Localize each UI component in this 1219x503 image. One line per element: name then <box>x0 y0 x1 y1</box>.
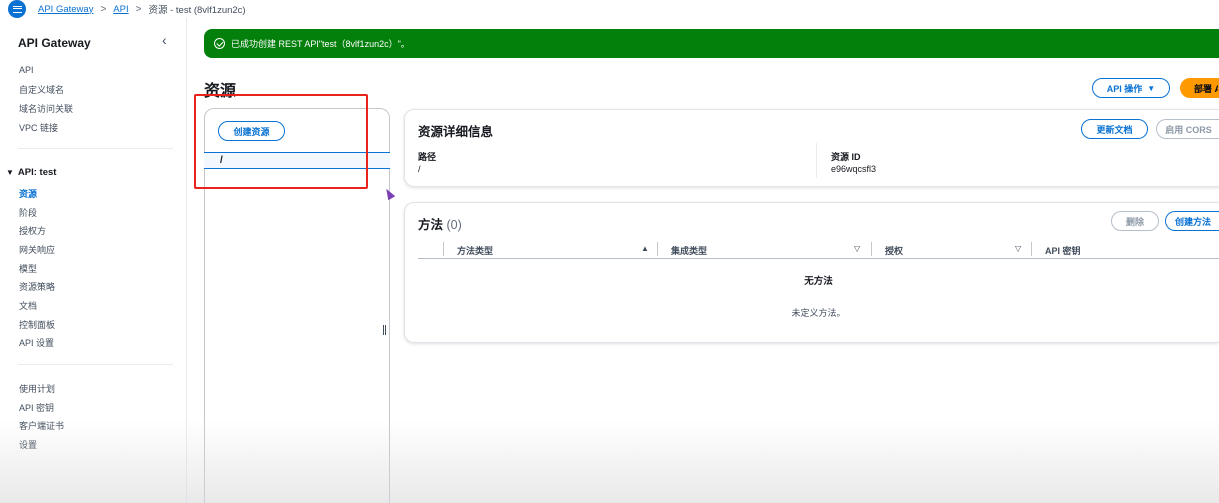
column-divider <box>657 242 658 256</box>
chevron-right-icon: > <box>100 3 107 15</box>
resource-details-title: 资源详细信息 <box>418 125 494 139</box>
breadcrumb-current: 资源 - test (8vlf1zun2c) <box>148 5 246 16</box>
panel-resize-handle[interactable] <box>383 325 386 335</box>
sidebar-item-authorizers[interactable]: 授权方 <box>19 224 46 237</box>
empty-state-title: 无方法 <box>804 276 833 287</box>
chevron-right-icon: > <box>135 3 142 15</box>
sidebar-title: API Gateway <box>18 36 91 50</box>
sort-ascending-icon[interactable]: ▲ <box>641 244 649 253</box>
sidebar-item-stages[interactable]: 阶段 <box>19 206 37 219</box>
deploy-api-button[interactable]: 部署 API <box>1180 78 1219 98</box>
sort-descending-icon[interactable]: ▽ <box>854 244 860 253</box>
sidebar-section-api-test[interactable]: ▼ API: test <box>6 167 56 178</box>
resource-details-container: 资源详细信息 更新文档 启用 CORS 路径 / 资源 ID e96wqcsfl… <box>404 109 1219 187</box>
resource-id-value: e96wqcsfl3 <box>831 164 877 174</box>
breadcrumb-api[interactable]: API <box>113 4 128 15</box>
sidebar-item-resource-policy[interactable]: 资源策略 <box>19 280 55 293</box>
success-flash: 已成功创建 REST API"test（8vlf1zun2c）"。 <box>204 29 1219 58</box>
sidebar-item-settings[interactable]: 设置 <box>19 438 37 451</box>
sidebar: API Gateway ‹ API 自定义域名 域名访问关联 VPC 链接 ▼ A… <box>0 18 187 503</box>
success-check-icon <box>214 38 225 49</box>
column-header-authorization[interactable]: 授权 <box>885 244 903 257</box>
sidebar-item-custom-domains[interactable]: 自定义域名 <box>19 83 64 96</box>
api-actions-label: API 操作 <box>1106 83 1143 94</box>
update-docs-button[interactable]: 更新文档 <box>1081 119 1148 139</box>
column-header-integration-type[interactable]: 集成类型 <box>671 244 707 257</box>
sidebar-item-api-settings[interactable]: API 设置 <box>19 336 54 349</box>
methods-title: 方法 (0) <box>418 214 462 233</box>
resource-id-label: 资源 ID <box>831 152 861 162</box>
sort-descending-icon[interactable]: ▽ <box>1015 244 1021 253</box>
sidebar-item-gateway-responses[interactable]: 网关响应 <box>19 243 55 256</box>
column-divider <box>1031 242 1032 256</box>
sidebar-divider <box>18 364 173 365</box>
flash-message: 已成功创建 REST API"test（8vlf1zun2c）"。 <box>231 39 410 49</box>
path-value: / <box>418 164 421 174</box>
sidebar-item-usage-plans[interactable]: 使用计划 <box>19 382 55 395</box>
enable-cors-button[interactable]: 启用 CORS <box>1156 119 1219 139</box>
sidebar-section-label: API: test <box>17 167 57 178</box>
methods-table-header: 方法类型 ▲ 集成类型 ▽ 授权 ▽ API 密钥 <box>418 240 1219 259</box>
highlight-annotation-box <box>194 94 368 189</box>
sidebar-divider <box>18 148 173 149</box>
collapse-sidebar-icon[interactable]: ‹ <box>162 32 167 48</box>
column-divider <box>871 242 872 256</box>
create-method-button[interactable]: 创建方法 <box>1165 211 1219 231</box>
top-breadcrumb-bar: API Gateway > API > 资源 - test (8vlf1zun2… <box>0 0 1219 18</box>
breadcrumb-api-gateway[interactable]: API Gateway <box>38 4 93 15</box>
column-header-api-key[interactable]: API 密钥 <box>1045 244 1081 257</box>
column-header-method-type[interactable]: 方法类型 <box>457 244 493 257</box>
delete-method-button[interactable]: 删除 <box>1111 211 1159 231</box>
sidebar-item-models[interactable]: 模型 <box>19 262 37 275</box>
empty-state-description: 未定义方法。 <box>791 308 846 318</box>
sidebar-item-api-keys[interactable]: API 密钥 <box>19 401 54 414</box>
details-column-divider <box>816 143 817 178</box>
methods-count: (0) <box>446 218 462 232</box>
menu-icon[interactable] <box>8 0 26 18</box>
sidebar-item-documentation[interactable]: 文档 <box>19 299 37 312</box>
sidebar-item-resources[interactable]: 资源 <box>19 187 37 200</box>
column-divider <box>443 242 444 256</box>
sidebar-item-domain-access[interactable]: 域名访问关联 <box>19 102 73 115</box>
path-label: 路径 <box>418 152 437 162</box>
caret-down-icon: ▼ <box>1147 83 1156 93</box>
sidebar-item-dashboard[interactable]: 控制面板 <box>19 318 55 331</box>
methods-title-text: 方法 <box>418 218 444 232</box>
sidebar-item-vpc-links[interactable]: VPC 链接 <box>19 121 58 134</box>
api-actions-button[interactable]: API 操作 ▼ <box>1092 78 1170 98</box>
sidebar-item-api[interactable]: API <box>19 65 34 75</box>
deploy-api-label: 部署 API <box>1194 83 1218 94</box>
caret-down-icon: ▼ <box>6 168 14 177</box>
sidebar-item-client-certificates[interactable]: 客户端证书 <box>19 419 64 432</box>
